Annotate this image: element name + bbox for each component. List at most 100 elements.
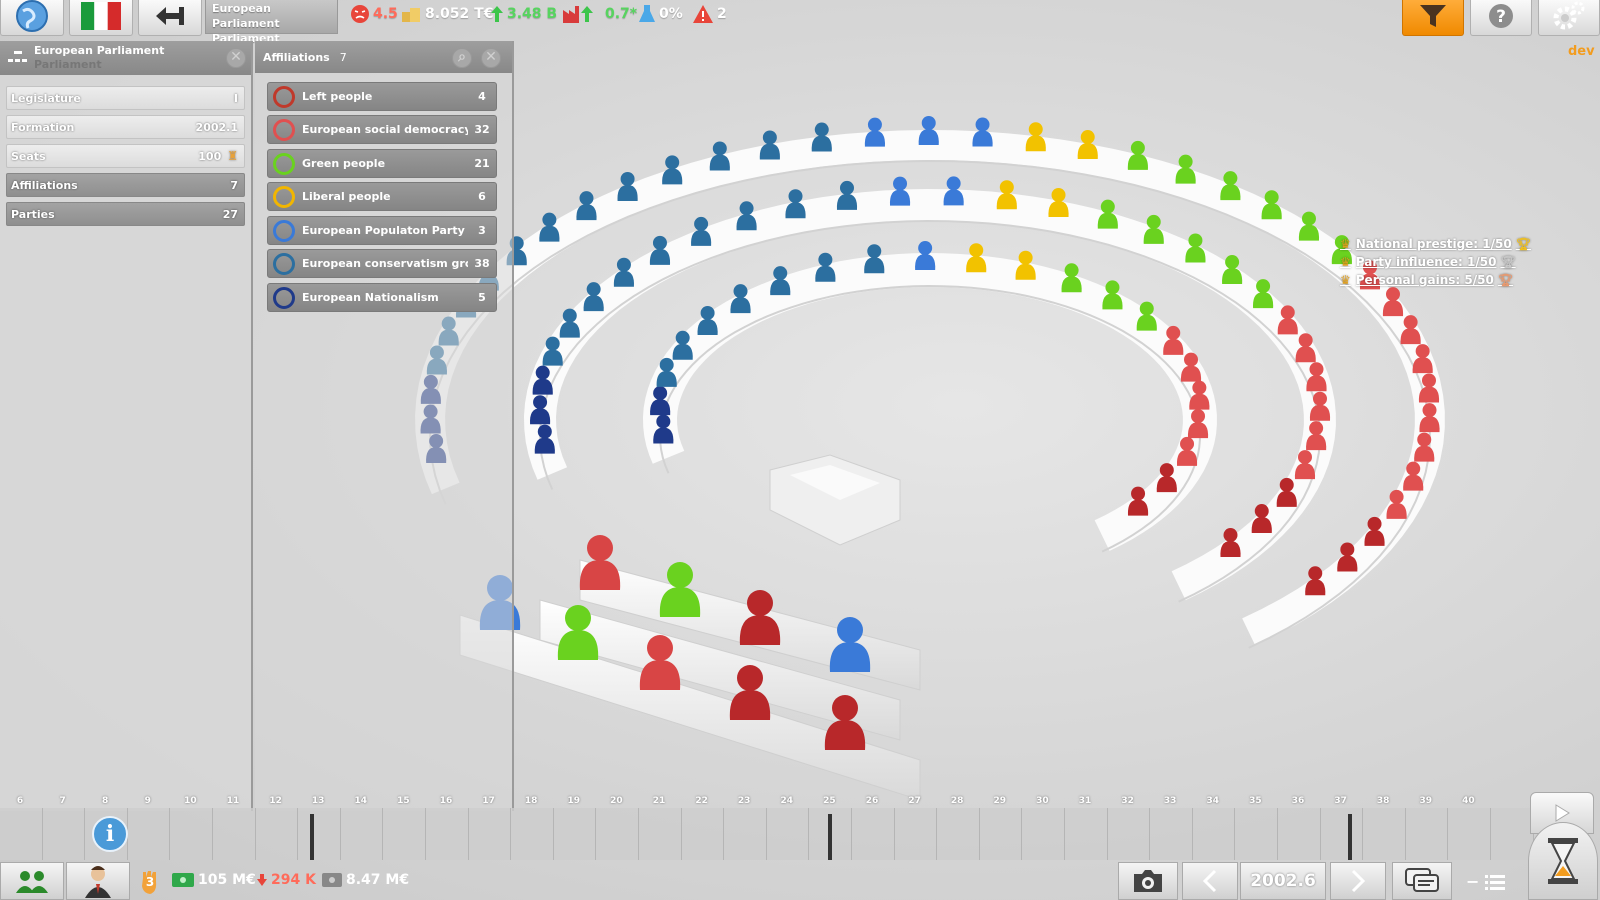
timeline-cell[interactable] [639, 808, 682, 860]
trophy-silver-icon: 🏆︎ [1500, 255, 1516, 269]
world-map-button[interactable] [0, 0, 64, 36]
timeline-cell[interactable] [1405, 808, 1449, 860]
current-date[interactable]: 2002.6 [1240, 862, 1326, 900]
timeline-cell[interactable] [298, 808, 341, 860]
affiliation-item[interactable]: European social democracy 32 [267, 115, 497, 144]
population-button[interactable] [0, 862, 64, 900]
leader-button[interactable] [66, 862, 130, 900]
growth-stat[interactable]: 3.48 B [490, 4, 557, 24]
timeline-cell[interactable] [1491, 808, 1534, 860]
timeline-cell[interactable] [511, 808, 554, 860]
parties-row[interactable]: Parties 27 [6, 202, 245, 226]
timeline-strip[interactable] [0, 808, 1534, 860]
seats-row[interactable]: Seats 100 ♜ [6, 144, 245, 168]
timeline-marker [1348, 814, 1352, 860]
timeline-cell[interactable] [681, 808, 725, 860]
next-date-button[interactable] [1330, 862, 1386, 900]
help-icon: ? [1487, 2, 1515, 34]
back-button[interactable] [138, 0, 202, 36]
info-panel-close-button[interactable]: ✕ [226, 48, 246, 68]
affiliation-item[interactable]: Green people 21 [267, 149, 497, 178]
filter-button[interactable] [1402, 0, 1464, 36]
cash-stat[interactable]: 8.47 M€ [322, 872, 409, 888]
affiliation-color-ring [273, 118, 295, 141]
timeline-tick-label: 17 [482, 796, 495, 806]
help-button[interactable]: ? [1470, 0, 1532, 36]
affiliation-item[interactable]: European conservatism group 38 [267, 249, 497, 278]
warning-icon [693, 5, 713, 23]
goal-national-prestige[interactable]: ♛ National prestige: 1/50 🏆︎ [1340, 237, 1531, 251]
timeline-cell[interactable] [1235, 808, 1278, 860]
timeline-cell[interactable] [553, 808, 597, 860]
timeline-cell[interactable] [42, 808, 86, 860]
timeline-cell[interactable] [255, 808, 299, 860]
research-stat[interactable]: 0% [638, 4, 683, 24]
timeline-tick-label: 11 [226, 796, 240, 806]
timeline-cell[interactable] [1320, 808, 1364, 860]
loss-stat[interactable]: 294 K [256, 872, 316, 888]
unrest-stat[interactable]: 4.5 [350, 4, 398, 24]
country-flag-button[interactable] [69, 0, 133, 36]
timeline-cell[interactable] [937, 808, 980, 860]
legislature-row[interactable]: Legislature I [6, 86, 245, 110]
close-icon: ✕ [230, 49, 242, 65]
affiliation-item[interactable]: European Populaton Party 3 [267, 216, 497, 245]
affiliations-panel-header: Affiliations 7 ⌕ ✕ [255, 41, 512, 73]
info-event-icon[interactable]: i [92, 816, 128, 852]
messages-button[interactable] [1392, 862, 1452, 900]
timeline-cell[interactable] [852, 808, 895, 860]
timeline-cell[interactable] [170, 808, 213, 860]
factory-icon [563, 6, 593, 23]
down-arrow-icon [257, 874, 267, 886]
budget-stat[interactable]: 105 M€ [172, 872, 256, 888]
game-speed-button[interactable] [1528, 822, 1598, 900]
alerts-stat[interactable]: 2 [692, 4, 727, 24]
info-panel-subtitle: Parliament [34, 58, 102, 71]
timeline-cell[interactable] [1065, 808, 1108, 860]
timeline-tick-label: 23 [737, 796, 751, 806]
timeline-cell[interactable] [383, 808, 426, 860]
timeline-cell[interactable] [1448, 808, 1491, 860]
affiliation-item[interactable]: European Nationalism 5 [267, 283, 497, 312]
list-view-button[interactable]: − [1466, 872, 1506, 891]
timeline-cell[interactable] [0, 808, 43, 860]
timeline-tick-label: 19 [567, 796, 581, 806]
timeline-cell[interactable] [1022, 808, 1065, 860]
screenshot-button[interactable] [1118, 862, 1178, 900]
chevron-right-icon [1351, 869, 1366, 893]
affiliation-item[interactable]: Left people 4 [267, 82, 497, 111]
affiliation-item[interactable]: Liberal people 6 [267, 182, 497, 211]
goal-personal-gains[interactable]: ♛ Personal gains: 5/50 🏆︎ [1340, 273, 1513, 287]
action-points-badge[interactable]: 3 [139, 868, 161, 896]
timeline-cell[interactable] [1363, 808, 1406, 860]
timeline-cell[interactable] [127, 808, 171, 860]
timeline-cell[interactable] [1107, 808, 1151, 860]
affiliations-panel: Affiliations 7 ⌕ ✕ Left people 4 Europea… [255, 41, 514, 811]
timeline-cell[interactable] [979, 808, 1023, 860]
treasury-stat[interactable]: 8.052 T€ [400, 4, 493, 24]
info-panel-title: European Parliament [34, 44, 165, 57]
affiliations-row[interactable]: Affiliations 7 [6, 173, 245, 197]
affiliations-close-button[interactable]: ✕ [481, 48, 501, 68]
timeline-cell[interactable] [724, 808, 767, 860]
affiliations-search-button[interactable]: ⌕ [452, 48, 472, 68]
breadcrumb[interactable]: European Parliament Parliament [205, 0, 338, 45]
goal-party-influence[interactable]: ♛ Party influence: 1/50 🏆︎ [1340, 255, 1516, 269]
timeline-cell[interactable] [894, 808, 938, 860]
timeline-cell[interactable] [1278, 808, 1321, 860]
timeline-cell[interactable] [340, 808, 384, 860]
industry-stat[interactable]: 0.7* [562, 4, 637, 24]
timeline-cell[interactable] [213, 808, 256, 860]
settings-button[interactable] [1538, 0, 1600, 36]
timeline-cell[interactable] [596, 808, 639, 860]
formation-row[interactable]: Formation 2002.1 [6, 115, 245, 139]
leader-avatar-icon [85, 866, 111, 898]
timeline-tick-label: 35 [1249, 796, 1262, 806]
timeline-cell[interactable] [426, 808, 469, 860]
timeline-cell[interactable] [468, 808, 512, 860]
affiliation-color-ring [273, 252, 295, 275]
timeline-cell[interactable] [1192, 808, 1236, 860]
previous-date-button[interactable] [1182, 862, 1238, 900]
timeline-cell[interactable] [1150, 808, 1193, 860]
timeline-cell[interactable] [766, 808, 810, 860]
